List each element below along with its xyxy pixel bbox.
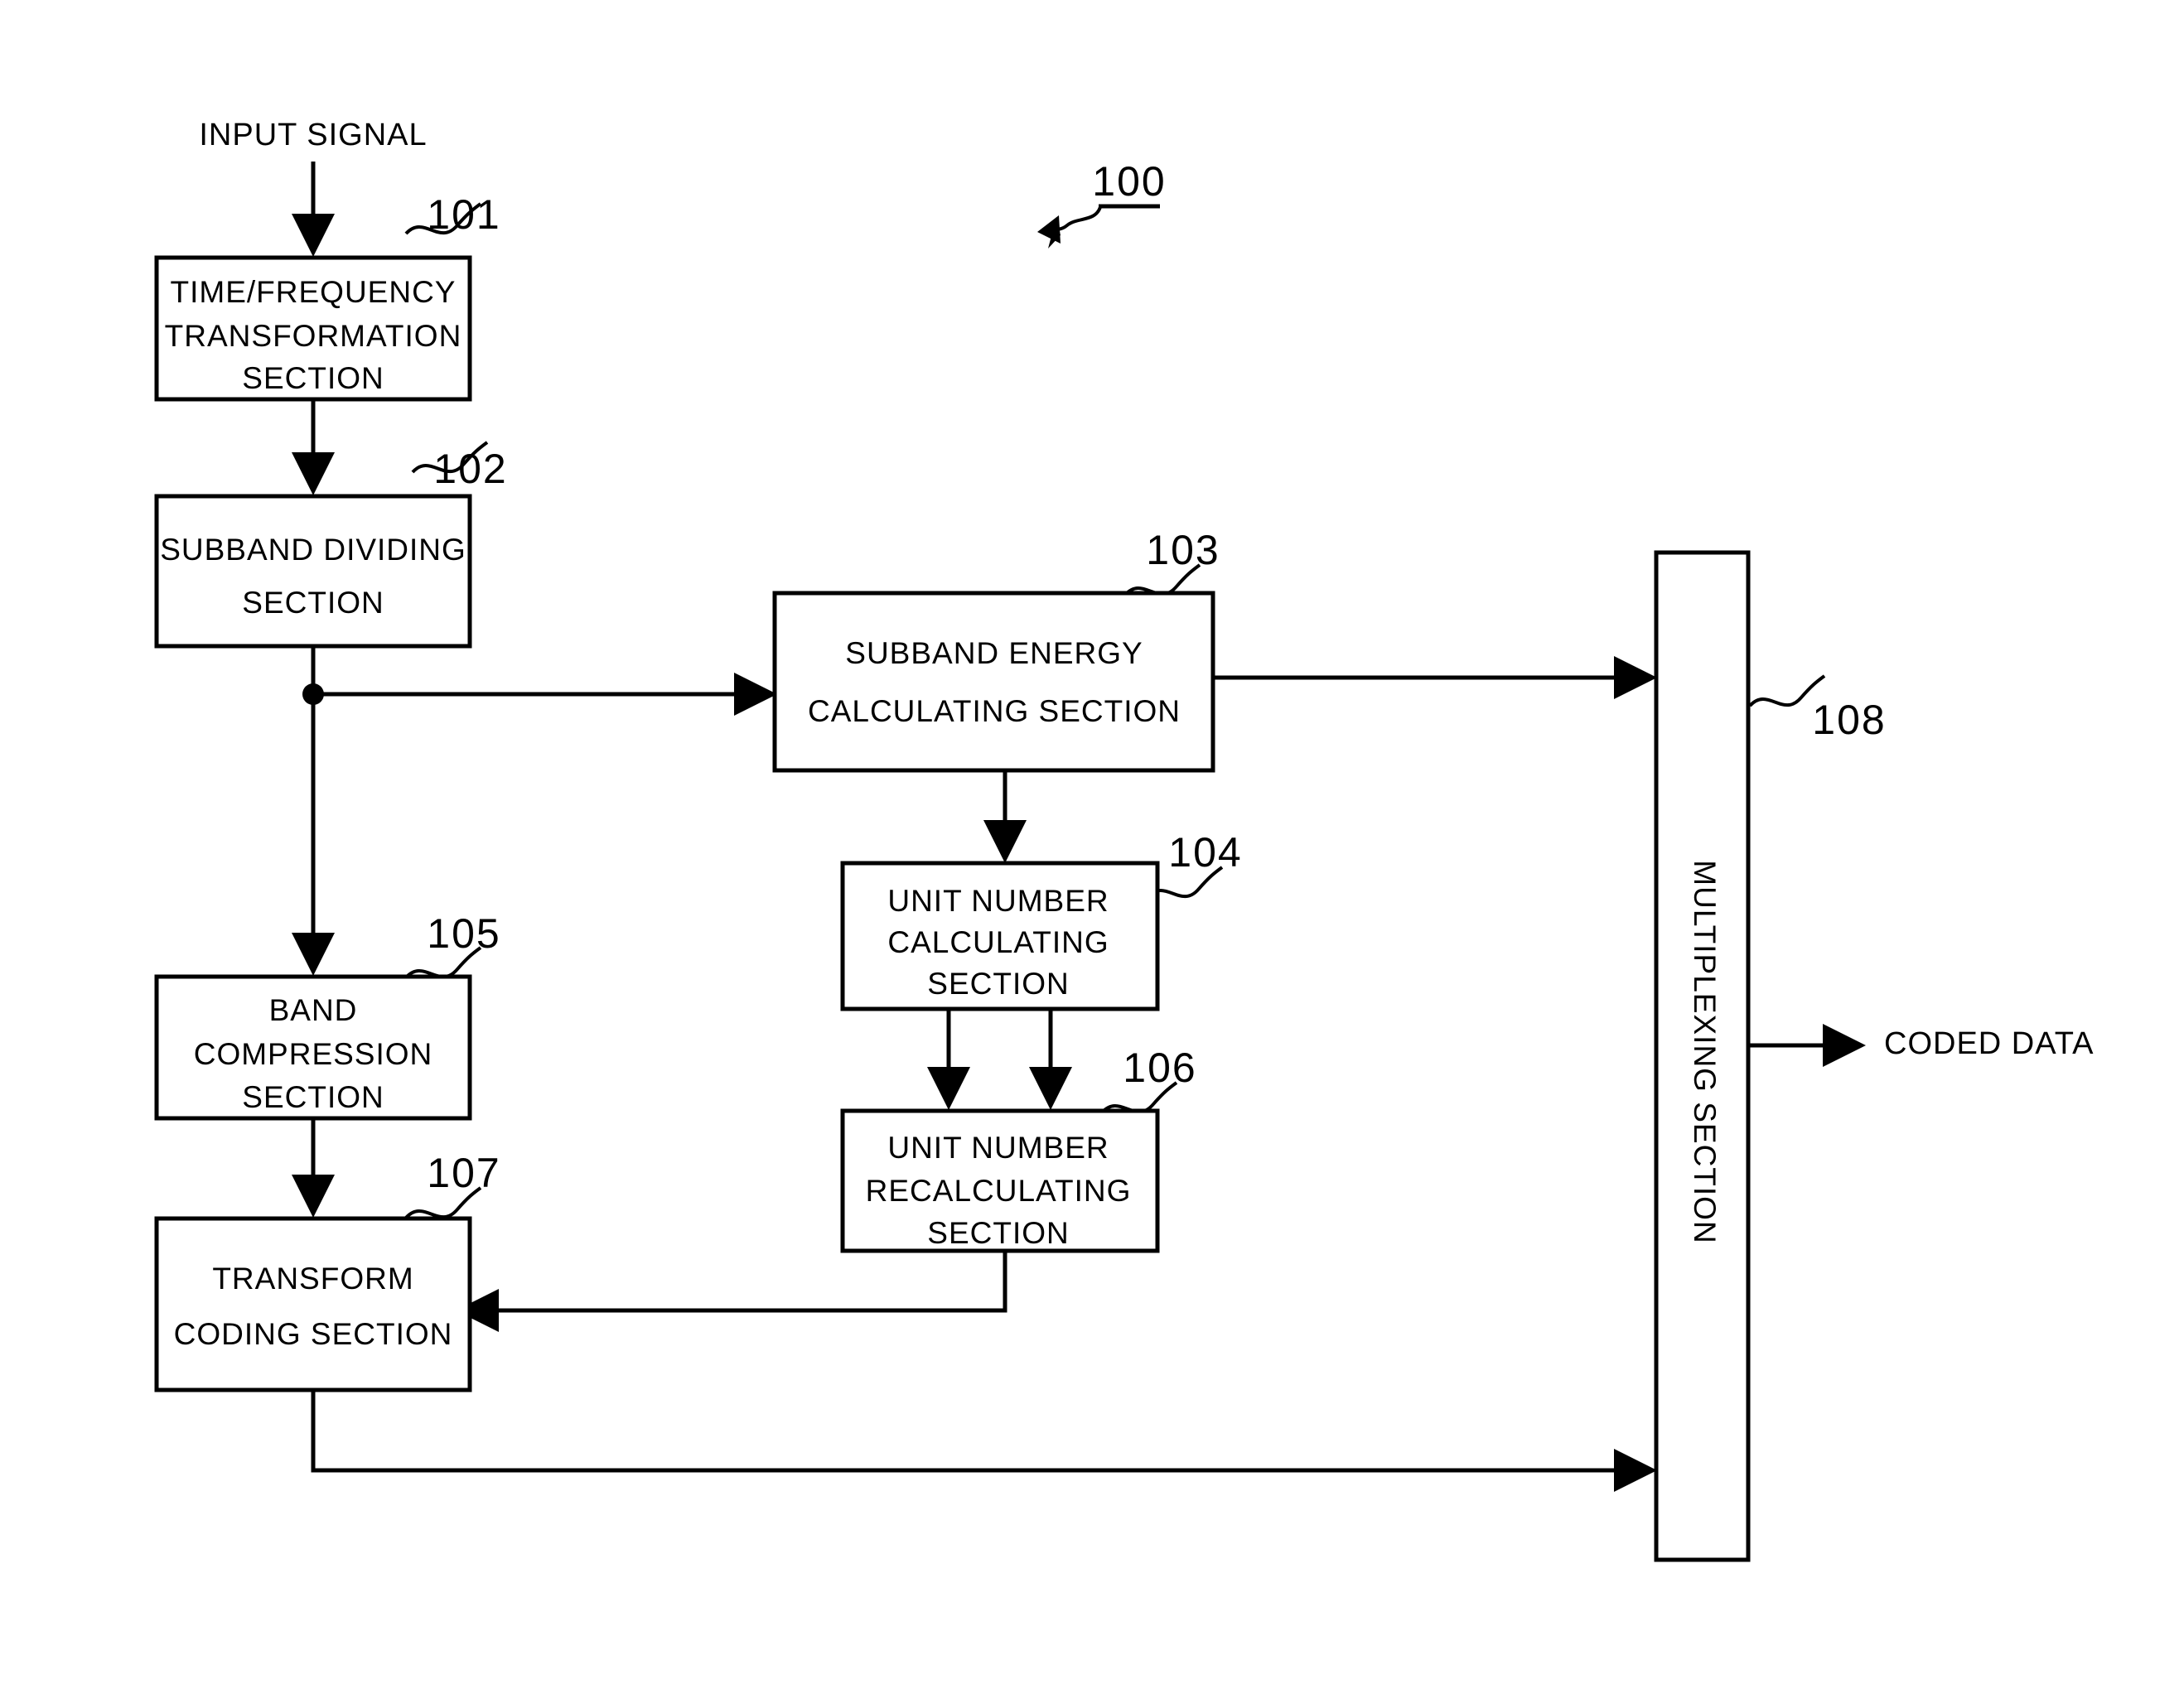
block-101-line-1: TIME/FREQUENCY bbox=[171, 275, 457, 309]
figure-reference-100: 100 bbox=[1092, 158, 1166, 205]
arrowhead-108-to-output bbox=[1823, 1024, 1866, 1067]
block-107-rect bbox=[154, 1216, 472, 1392]
arrowhead-103-to-104 bbox=[983, 820, 1027, 863]
connector-107-to-108 bbox=[311, 1390, 1624, 1473]
input-signal-label: INPUT SIGNAL bbox=[199, 118, 427, 152]
figure-ref-arrow-body bbox=[1037, 215, 1061, 244]
block-103-line-1: SUBBAND ENERGY bbox=[845, 636, 1143, 670]
block-106-line-1: UNIT NUMBER bbox=[887, 1131, 1109, 1165]
block-107-line-1: TRANSFORM bbox=[212, 1262, 413, 1296]
block-108-ref: 108 bbox=[1812, 697, 1886, 743]
arrowhead-103-to-108 bbox=[1614, 656, 1657, 699]
block-diagram: INPUT SIGNAL 100 TIME/FREQUENCY TRANSFOR… bbox=[154, 118, 2095, 1562]
block-105-line-2: COMPRESSION bbox=[194, 1037, 433, 1071]
arrowhead-input-to-101 bbox=[292, 214, 335, 257]
block-102-line-1: SUBBAND DIVIDING bbox=[160, 533, 466, 567]
connector-106-to-107 bbox=[489, 1251, 1007, 1313]
block-106-ref: 106 bbox=[1123, 1045, 1196, 1091]
block-102-rect bbox=[154, 494, 472, 649]
arrowhead-junction-to-105 bbox=[292, 933, 335, 976]
block-106-line-2: RECALCULATING bbox=[866, 1174, 1132, 1208]
block-101-ref: 101 bbox=[427, 191, 500, 238]
coded-data-label: CODED DATA bbox=[1884, 1026, 2095, 1061]
block-107-ref: 107 bbox=[427, 1150, 500, 1196]
arrowhead-107-to-108 bbox=[1614, 1449, 1657, 1492]
arrowhead-junction-to-103 bbox=[734, 673, 777, 716]
block-104-line-3: SECTION bbox=[927, 967, 1069, 1001]
block-103-line-2: CALCULATING SECTION bbox=[808, 694, 1181, 728]
block-105-line-3: SECTION bbox=[242, 1080, 384, 1114]
arrowhead-105-to-107 bbox=[292, 1175, 335, 1218]
block-106-line-3: SECTION bbox=[927, 1216, 1069, 1250]
block-101-line-3: SECTION bbox=[242, 361, 384, 395]
block-102-line-2: SECTION bbox=[242, 586, 384, 620]
arrowhead-101-to-102 bbox=[292, 452, 335, 495]
block-102-ref: 102 bbox=[433, 446, 507, 492]
arrowhead-104-to-106-right bbox=[1029, 1067, 1072, 1110]
block-105-line-1: BAND bbox=[269, 993, 358, 1027]
block-104-line-1: UNIT NUMBER bbox=[887, 884, 1109, 918]
block-104-ref: 104 bbox=[1168, 829, 1242, 876]
block-105-ref: 105 bbox=[427, 910, 500, 957]
block-101-line-2: TRANSFORMATION bbox=[165, 319, 462, 353]
block-103-rect bbox=[772, 591, 1215, 773]
block-104-line-2: CALCULATING bbox=[887, 925, 1109, 959]
block-107-line-2: CODING SECTION bbox=[174, 1317, 453, 1351]
block-103-ref: 103 bbox=[1146, 527, 1220, 573]
block-108-label: MULTIPLEXING SECTION bbox=[1688, 860, 1722, 1243]
figure-canvas: INPUT SIGNAL 100 TIME/FREQUENCY TRANSFOR… bbox=[0, 0, 2184, 1689]
arrowhead-104-to-106-left bbox=[927, 1067, 970, 1110]
